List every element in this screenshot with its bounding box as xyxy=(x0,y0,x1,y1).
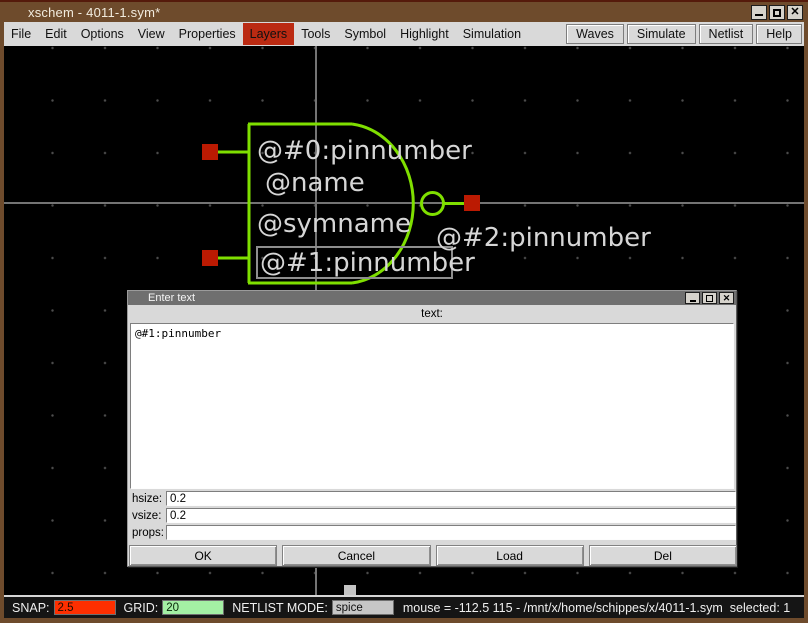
dialog-titlebar[interactable]: Enter text ✕ xyxy=(128,291,736,305)
hsize-label: hsize: xyxy=(130,493,166,505)
text-field-label: text: xyxy=(128,305,736,323)
simulate-button[interactable]: Simulate xyxy=(627,24,696,44)
label-pin0-pinnumber[interactable]: @#0:pinnumber xyxy=(257,137,472,167)
menu-options[interactable]: Options xyxy=(74,23,131,45)
menu-view[interactable]: View xyxy=(131,23,172,45)
snap-label: SNAP: xyxy=(12,601,50,615)
output-pin xyxy=(464,195,480,211)
titlebar[interactable]: xschem - 4011-1.sym* ✕ xyxy=(0,0,808,22)
waves-button[interactable]: Waves xyxy=(566,24,624,44)
grid-input[interactable]: 20 xyxy=(162,600,224,615)
dialog-maximize-button[interactable] xyxy=(702,292,717,304)
snap-input[interactable]: 2.5 xyxy=(54,600,116,615)
hsize-input[interactable] xyxy=(166,491,736,506)
netlist-mode-label: NETLIST MODE: xyxy=(232,601,328,615)
enter-text-dialog: Enter text ✕ text: @#1:pinnumber hsize: … xyxy=(127,290,737,567)
props-label: props: xyxy=(130,527,166,539)
vsize-input[interactable] xyxy=(166,508,736,523)
menu-properties[interactable]: Properties xyxy=(172,23,243,45)
input-pin-a xyxy=(202,144,218,160)
netlist-mode-input[interactable]: spice xyxy=(332,600,394,615)
maximize-icon xyxy=(773,9,781,17)
maximize-button[interactable] xyxy=(769,5,785,20)
close-button[interactable]: ✕ xyxy=(787,5,803,20)
menubar: File Edit Options View Properties Layers… xyxy=(4,22,804,46)
mouse-status-message: mouse = -112.5 115 - /mnt/x/home/schippe… xyxy=(403,601,790,615)
maximize-icon xyxy=(706,295,713,302)
label-symname[interactable]: @symname xyxy=(257,210,411,240)
close-icon: ✕ xyxy=(723,294,731,303)
close-icon: ✕ xyxy=(790,7,799,18)
ui-artifact xyxy=(344,585,356,595)
input-pin-b xyxy=(202,250,218,266)
menu-highlight[interactable]: Highlight xyxy=(393,23,456,45)
menu-symbol[interactable]: Symbol xyxy=(337,23,393,45)
minimize-button[interactable] xyxy=(751,5,767,20)
window-title: xschem - 4011-1.sym* xyxy=(28,5,160,20)
ok-button[interactable]: OK xyxy=(129,545,277,566)
minimize-icon xyxy=(755,9,763,16)
netlist-button[interactable]: Netlist xyxy=(699,24,754,44)
menu-edit[interactable]: Edit xyxy=(38,23,74,45)
props-input[interactable] xyxy=(166,525,736,540)
label-name[interactable]: @name xyxy=(265,169,365,199)
grid-label: GRID: xyxy=(124,601,159,615)
text-input-area[interactable]: @#1:pinnumber xyxy=(130,323,734,489)
dialog-title: Enter text xyxy=(148,292,195,304)
vsize-label: vsize: xyxy=(130,510,166,522)
load-button[interactable]: Load xyxy=(436,545,584,566)
help-button[interactable]: Help xyxy=(756,24,802,44)
menu-layers[interactable]: Layers xyxy=(243,23,295,45)
dialog-close-button[interactable]: ✕ xyxy=(719,292,734,304)
dialog-minimize-button[interactable] xyxy=(685,292,700,304)
menu-file[interactable]: File xyxy=(4,23,38,45)
label-pin2-pinnumber[interactable]: @#2:pinnumber xyxy=(436,224,651,254)
menu-simulation[interactable]: Simulation xyxy=(456,23,528,45)
statusbar: SNAP: 2.5 GRID: 20 NETLIST MODE: spice m… xyxy=(4,595,804,618)
xschem-window: xschem - 4011-1.sym* ✕ File Edit Options… xyxy=(0,0,808,623)
cancel-button[interactable]: Cancel xyxy=(282,545,430,566)
menu-tools[interactable]: Tools xyxy=(294,23,337,45)
minimize-icon xyxy=(690,295,696,302)
del-button[interactable]: Del xyxy=(589,545,737,566)
